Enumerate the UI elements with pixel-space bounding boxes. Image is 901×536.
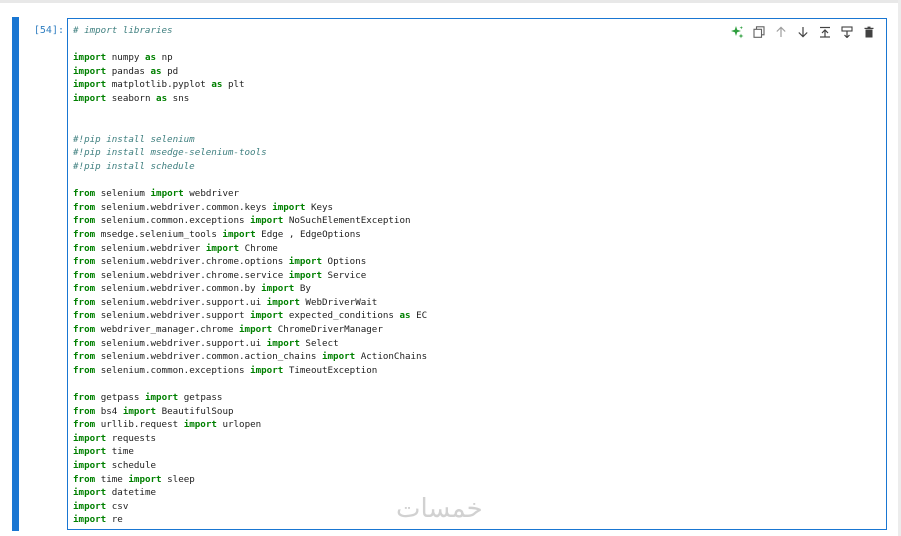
move-up-button[interactable] <box>772 23 790 41</box>
code-line: from selenium.common.exceptions import N… <box>73 215 411 227</box>
code-line: import seaborn as sns <box>73 92 190 104</box>
move-up-icon <box>776 26 786 37</box>
top-divider <box>0 0 901 3</box>
copy-cell-button[interactable] <box>750 23 768 41</box>
code-line: import matplotlib.pyplot as plt <box>73 79 245 91</box>
code-line: from selenium.webdriver.chrome.options i… <box>73 256 367 268</box>
code-line: from selenium.webdriver import Chrome <box>73 242 278 254</box>
code-line: from msedge.selenium_tools import Edge ,… <box>73 228 361 240</box>
ai-assist-button[interactable] <box>728 23 746 41</box>
insert-below-button[interactable] <box>838 23 856 41</box>
code-line: from webdriver_manager.chrome import Chr… <box>73 324 383 336</box>
ai-assist-icon <box>731 26 744 39</box>
code-line: from selenium.webdriver.common.keys impo… <box>73 201 334 213</box>
insert-above-icon <box>820 26 830 38</box>
cell-collapser[interactable] <box>12 17 19 531</box>
delete-icon <box>864 26 874 38</box>
code-line: #!pip install selenium <box>73 133 427 147</box>
code-line: from selenium.webdriver.chrome.service i… <box>73 269 367 281</box>
code-line: import datetime <box>73 487 157 499</box>
watermark-logo: خمسات <box>396 494 483 524</box>
code-line: import time <box>73 446 134 458</box>
code-comment: #!pip install msedge-selenium-tools <box>73 147 267 159</box>
delete-cell-button[interactable] <box>860 23 878 41</box>
code-comment: #!pip install schedule <box>73 160 195 172</box>
insert-below-icon <box>841 26 853 38</box>
code-line: from selenium.common.exceptions import T… <box>73 364 378 376</box>
cell-toolbar <box>728 23 878 41</box>
code-line: from bs4 import BeautifulSoup <box>73 405 234 417</box>
code-line: from urllib.request import urlopen <box>73 419 262 431</box>
code-line: # import libraries <box>73 24 427 38</box>
code-line: from selenium import webdriver <box>73 188 240 200</box>
code-line: from selenium.webdriver.support.ui impor… <box>73 337 339 349</box>
code-line: import re <box>73 514 123 526</box>
code-line: #!pip install schedule <box>73 160 427 174</box>
code-line: from selenium.webdriver.support import e… <box>73 310 428 322</box>
code-line: from selenium.webdriver.common.by import… <box>73 283 311 295</box>
move-down-button[interactable] <box>794 23 812 41</box>
code-line: import requests <box>73 432 157 444</box>
code-line: import csv <box>73 500 129 512</box>
copy-icon <box>753 26 765 38</box>
notebook-page: [54]: # import libraries import numpy as… <box>0 0 901 536</box>
code-comment: #!pip install selenium <box>73 133 195 145</box>
code-line: from time import sleep <box>73 473 195 485</box>
code-editor[interactable]: # import libraries import numpy as np imp… <box>67 18 887 530</box>
code-line: import numpy as np <box>73 52 173 64</box>
code-content[interactable]: # import libraries import numpy as np imp… <box>73 24 427 527</box>
execution-prompt: [54]: <box>33 25 64 36</box>
code-line: import pandas as pd <box>73 65 179 77</box>
insert-above-button[interactable] <box>816 23 834 41</box>
code-line: from selenium.webdriver.common.action_ch… <box>73 351 428 363</box>
code-line: from selenium.webdriver.support.ui impor… <box>73 296 378 308</box>
move-down-icon <box>798 27 808 38</box>
code-line: from getpass import getpass <box>73 392 223 404</box>
code-line: #!pip install msedge-selenium-tools <box>73 146 427 160</box>
code-line: import schedule <box>73 460 157 471</box>
code-comment: # import libraries <box>73 25 173 36</box>
